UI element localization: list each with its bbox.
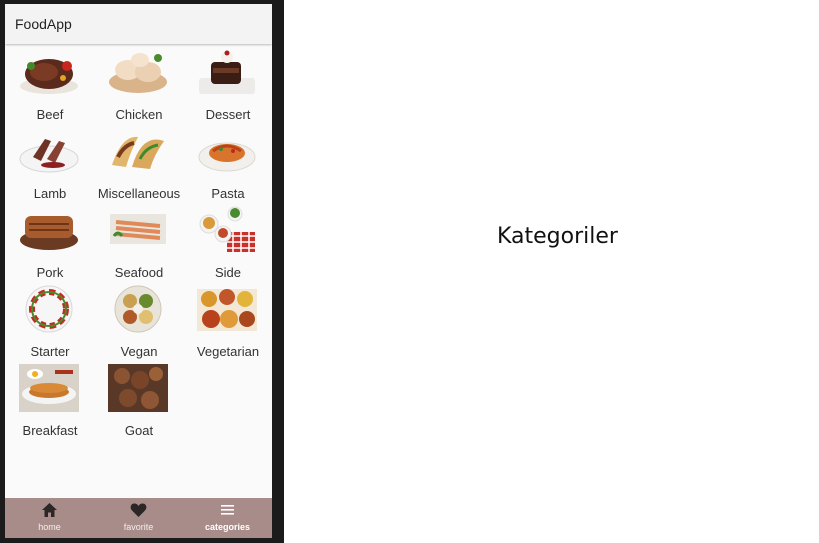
category-seafood[interactable]: Seafood (94, 204, 184, 283)
nav-home[interactable]: home (5, 498, 94, 538)
category-pork[interactable]: Pork (5, 204, 95, 283)
category-lamb[interactable]: Lamb (5, 125, 95, 204)
vegan-plate-image (114, 285, 162, 333)
category-starter[interactable]: Starter (5, 283, 95, 362)
category-label: Dessert (205, 107, 251, 122)
category-label: Lamb (33, 186, 67, 201)
dessert-image (199, 50, 255, 94)
category-label: Seafood (114, 265, 164, 280)
category-label: Vegetarian (196, 344, 260, 359)
heart-icon (130, 503, 147, 517)
tacos-image (112, 136, 164, 169)
nav-label: favorite (123, 522, 154, 532)
category-label: Starter (30, 344, 70, 359)
pork-dish-image (20, 216, 78, 250)
category-vegan[interactable]: Vegan (94, 283, 184, 362)
category-side[interactable]: Side (183, 204, 272, 283)
nav-label: home (38, 522, 61, 532)
app-screen: FoodApp Beef Chicken Dessert Lamb Miscel… (5, 4, 272, 538)
starter-plate-image (25, 285, 73, 333)
category-label: Beef (36, 107, 64, 122)
category-label: Breakfast (22, 423, 78, 438)
chicken-dish-image (109, 53, 167, 93)
app-title: FoodApp (15, 16, 72, 32)
side-caption: Kategoriler (497, 224, 618, 249)
seafood-image (110, 214, 166, 244)
category-pasta[interactable]: Pasta (183, 125, 272, 204)
category-label: Goat (124, 423, 154, 438)
category-label: Chicken (115, 107, 163, 122)
phone-frame: FoodApp Beef Chicken Dessert Lamb Miscel… (0, 0, 284, 543)
goat-dish-image (108, 364, 168, 412)
category-beef[interactable]: Beef (5, 46, 95, 125)
bottom-navigation: home favorite categories (5, 498, 272, 538)
category-label: Pasta (211, 186, 245, 201)
side-dishes-image (199, 206, 255, 252)
beef-dish-image (20, 59, 78, 94)
category-label: Miscellaneous (97, 186, 181, 201)
category-breakfast[interactable]: Breakfast (5, 362, 95, 441)
category-chicken[interactable]: Chicken (94, 46, 184, 125)
vegetarian-spread-image (197, 289, 257, 331)
category-label: Side (214, 265, 242, 280)
nav-favorite[interactable]: favorite (94, 498, 183, 538)
category-label: Pork (36, 265, 64, 280)
category-label: Vegan (120, 344, 158, 359)
breakfast-image (19, 364, 79, 412)
nav-label: categories (204, 522, 251, 532)
menu-icon (221, 505, 234, 515)
app-bar: FoodApp (5, 4, 272, 44)
nav-categories[interactable]: categories (183, 498, 272, 538)
category-miscellaneous[interactable]: Miscellaneous (94, 125, 184, 204)
category-goat[interactable]: Goat (94, 362, 184, 441)
home-icon (42, 503, 57, 517)
pasta-image (198, 142, 256, 172)
category-vegetarian[interactable]: Vegetarian (183, 283, 272, 362)
lamb-dish-image (19, 139, 79, 173)
category-dessert[interactable]: Dessert (183, 46, 272, 125)
